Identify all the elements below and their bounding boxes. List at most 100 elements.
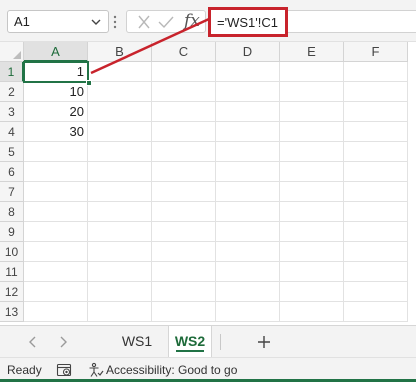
cell-b12[interactable] [88, 282, 152, 302]
cell-c1[interactable] [152, 62, 216, 82]
cell-d4[interactable] [216, 122, 280, 142]
cell-e11[interactable] [280, 262, 344, 282]
row-header-12[interactable]: 12 [0, 282, 24, 302]
accessibility-icon[interactable] [88, 362, 104, 378]
cell-a3[interactable]: 20 [24, 102, 88, 122]
cell-e13[interactable] [280, 302, 344, 322]
cell-a11[interactable] [24, 262, 88, 282]
cell-d11[interactable] [216, 262, 280, 282]
cell-c3[interactable] [152, 102, 216, 122]
row-header-9[interactable]: 9 [0, 222, 24, 242]
cell-d6[interactable] [216, 162, 280, 182]
cell-f6[interactable] [344, 162, 408, 182]
row-header-2[interactable]: 2 [0, 82, 24, 102]
cell-a10[interactable] [24, 242, 88, 262]
name-box[interactable]: A1 [7, 10, 109, 33]
cell-f8[interactable] [344, 202, 408, 222]
accessibility-status[interactable]: Accessibility: Good to go [106, 363, 237, 377]
row-header-8[interactable]: 8 [0, 202, 24, 222]
cell-f1[interactable] [344, 62, 408, 82]
row-header-6[interactable]: 6 [0, 162, 24, 182]
row-header-13[interactable]: 13 [0, 302, 24, 322]
cell-d3[interactable] [216, 102, 280, 122]
cell-c9[interactable] [152, 222, 216, 242]
formula-input[interactable]: ='WS1'!C1 [208, 7, 288, 37]
cell-a8[interactable] [24, 202, 88, 222]
cell-c5[interactable] [152, 142, 216, 162]
cell-d9[interactable] [216, 222, 280, 242]
cell-f10[interactable] [344, 242, 408, 262]
cell-e12[interactable] [280, 282, 344, 302]
cell-b9[interactable] [88, 222, 152, 242]
cell-c4[interactable] [152, 122, 216, 142]
cell-f11[interactable] [344, 262, 408, 282]
cell-a7[interactable] [24, 182, 88, 202]
row-header-11[interactable]: 11 [0, 262, 24, 282]
cell-b1[interactable] [88, 62, 152, 82]
cell-d7[interactable] [216, 182, 280, 202]
cell-a5[interactable] [24, 142, 88, 162]
cell-b10[interactable] [88, 242, 152, 262]
cell-b7[interactable] [88, 182, 152, 202]
prev-sheet-icon[interactable] [26, 334, 40, 350]
cell-f12[interactable] [344, 282, 408, 302]
cancel-x-icon[interactable] [135, 14, 153, 30]
cell-a2[interactable]: 10 [24, 82, 88, 102]
column-header-c[interactable]: C [152, 42, 216, 62]
cell-c8[interactable] [152, 202, 216, 222]
formula-text[interactable]: ='WS1'!C1 [217, 15, 278, 30]
cell-f4[interactable] [344, 122, 408, 142]
cell-a4[interactable]: 30 [24, 122, 88, 142]
select-all-corner[interactable] [0, 42, 24, 62]
cell-f13[interactable] [344, 302, 408, 322]
column-header-a[interactable]: A [24, 42, 88, 62]
cell-c13[interactable] [152, 302, 216, 322]
cell-b4[interactable] [88, 122, 152, 142]
row-header-10[interactable]: 10 [0, 242, 24, 262]
cell-d1[interactable] [216, 62, 280, 82]
cell-c11[interactable] [152, 262, 216, 282]
cell-e6[interactable] [280, 162, 344, 182]
sheet-tab-ws2[interactable]: WS2 [168, 326, 212, 357]
sheet-tab-ws2-label[interactable]: WS2 [175, 333, 205, 349]
cell-e1[interactable] [280, 62, 344, 82]
cell-d2[interactable] [216, 82, 280, 102]
cell-c10[interactable] [152, 242, 216, 262]
cell-d13[interactable] [216, 302, 280, 322]
cell-a9[interactable] [24, 222, 88, 242]
cell-a1[interactable]: 1 [24, 62, 88, 82]
column-header-d[interactable]: D [216, 42, 280, 62]
cell-f5[interactable] [344, 142, 408, 162]
cell-f9[interactable] [344, 222, 408, 242]
more-dots-icon[interactable] [113, 14, 117, 30]
cell-e2[interactable] [280, 82, 344, 102]
column-header-b[interactable]: B [88, 42, 152, 62]
chevron-down-icon[interactable] [90, 16, 102, 28]
row-header-5[interactable]: 5 [0, 142, 24, 162]
add-sheet-icon[interactable] [255, 333, 273, 351]
column-header-f[interactable]: F [344, 42, 408, 62]
cell-e5[interactable] [280, 142, 344, 162]
cell-b2[interactable] [88, 82, 152, 102]
cell-d8[interactable] [216, 202, 280, 222]
cell-c2[interactable] [152, 82, 216, 102]
fill-handle[interactable] [86, 80, 92, 86]
cell-b6[interactable] [88, 162, 152, 182]
cell-a12[interactable] [24, 282, 88, 302]
cell-a13[interactable] [24, 302, 88, 322]
column-header-e[interactable]: E [280, 42, 344, 62]
cell-b13[interactable] [88, 302, 152, 322]
cell-c6[interactable] [152, 162, 216, 182]
cell-b8[interactable] [88, 202, 152, 222]
cell-c12[interactable] [152, 282, 216, 302]
sheet-tab-ws1[interactable]: WS1 [110, 326, 164, 357]
cell-b5[interactable] [88, 142, 152, 162]
macro-record-icon[interactable] [56, 362, 72, 378]
cell-f2[interactable] [344, 82, 408, 102]
name-box-value[interactable]: A1 [14, 14, 30, 29]
cell-b3[interactable] [88, 102, 152, 122]
row-header-4[interactable]: 4 [0, 122, 24, 142]
cell-d12[interactable] [216, 282, 280, 302]
enter-check-icon[interactable] [157, 14, 175, 30]
cell-e10[interactable] [280, 242, 344, 262]
